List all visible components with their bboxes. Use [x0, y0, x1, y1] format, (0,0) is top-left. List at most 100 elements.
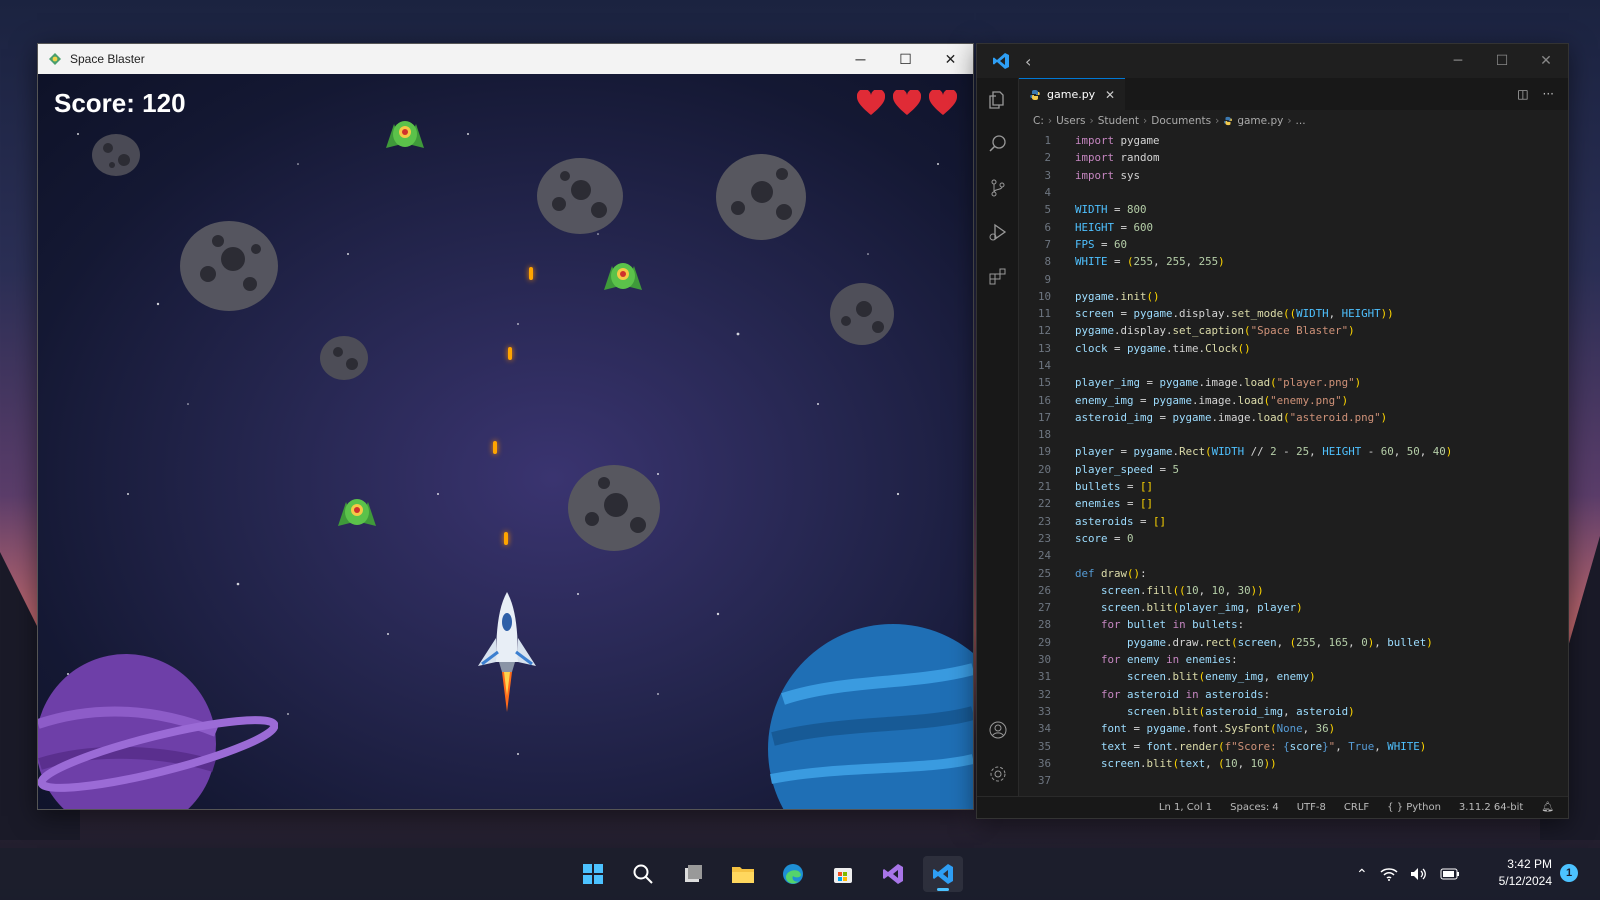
game-window-titlebar[interactable]: Space Blaster ─ ☐ ✕ — [38, 44, 973, 74]
code-text[interactable]: pygame.draw.rect(screen, (255, 165, 0), … — [1069, 636, 1433, 649]
code-text[interactable]: player_speed = 5 — [1069, 463, 1179, 476]
code-text[interactable]: bullets = [] — [1069, 480, 1153, 493]
code-line[interactable]: 12 pygame.display.set_caption("Space Blas… — [1019, 322, 1568, 339]
code-line[interactable]: 13 clock = pygame.time.Clock() — [1019, 340, 1568, 357]
code-line[interactable]: 20 player_speed = 5 — [1019, 461, 1568, 478]
maximize-button[interactable]: ☐ — [883, 44, 928, 74]
tab-game-py[interactable]: game.py ✕ — [1019, 78, 1125, 110]
code-line[interactable]: 10 pygame.init() — [1019, 288, 1568, 305]
code-line[interactable]: 34 font = pygame.font.SysFont(None, 36) — [1019, 720, 1568, 737]
minimize-button[interactable]: ─ — [838, 44, 883, 74]
code-text[interactable]: player = pygame.Rect(WIDTH // 2 - 25, HE… — [1069, 445, 1452, 458]
code-line[interactable]: 3 import sys — [1019, 167, 1568, 184]
code-text[interactable]: text = font.render(f"Score: {score}", Tr… — [1069, 740, 1426, 753]
code-line[interactable]: 28 for bullet in bullets: — [1019, 616, 1568, 633]
code-line[interactable]: 31 screen.blit(enemy_img, enemy) — [1019, 668, 1568, 685]
code-line[interactable]: 19 player = pygame.Rect(WIDTH // 2 - 25, … — [1019, 443, 1568, 460]
battery-icon[interactable] — [1440, 867, 1460, 881]
code-text[interactable]: for bullet in bullets: — [1069, 618, 1244, 631]
search-icon[interactable] — [977, 122, 1019, 166]
breadcrumb-item[interactable]: ... — [1296, 115, 1306, 127]
code-line[interactable]: 2 import random — [1019, 149, 1568, 166]
vscode-icon[interactable] — [923, 856, 963, 892]
code-text[interactable]: screen.blit(player_img, player) — [1069, 601, 1303, 614]
code-line[interactable]: 8 WHITE = (255, 255, 255) — [1019, 253, 1568, 270]
task-view-icon[interactable] — [673, 856, 713, 892]
code-line[interactable]: 16 enemy_img = pygame.image.load("enemy.p… — [1019, 391, 1568, 408]
breadcrumb-item[interactable]: Documents — [1151, 115, 1211, 127]
code-text[interactable]: import pygame — [1069, 134, 1160, 147]
code-text[interactable]: asteroids = [] — [1069, 515, 1166, 528]
code-text[interactable]: screen.blit(text, (10, 10)) — [1069, 757, 1277, 770]
explorer-icon[interactable] — [977, 78, 1019, 122]
tab-close-icon[interactable]: ✕ — [1105, 88, 1115, 102]
code-text[interactable]: import random — [1069, 151, 1160, 164]
python-interpreter[interactable]: 3.11.2 64-bit — [1459, 802, 1523, 813]
close-button[interactable]: ✕ — [928, 44, 973, 74]
code-line[interactable]: 14 — [1019, 357, 1568, 374]
code-text[interactable]: screen.blit(enemy_img, enemy) — [1069, 670, 1316, 683]
code-text[interactable]: for enemy in enemies: — [1069, 653, 1238, 666]
code-line[interactable]: 15 player_img = pygame.image.load("player… — [1019, 374, 1568, 391]
start-icon[interactable] — [573, 856, 613, 892]
code-line[interactable]: 23 asteroids = [] — [1019, 513, 1568, 530]
code-text[interactable]: for asteroid in asteroids: — [1069, 688, 1270, 701]
code-text[interactable]: asteroid_img = pygame.image.load("astero… — [1069, 411, 1387, 424]
code-line[interactable]: 24 — [1019, 547, 1568, 564]
edge-icon[interactable] — [773, 856, 813, 892]
breadcrumb-item[interactable]: Users — [1056, 115, 1085, 127]
code-line[interactable]: 32 for asteroid in asteroids: — [1019, 686, 1568, 703]
code-line[interactable]: 21 bullets = [] — [1019, 478, 1568, 495]
code-text[interactable]: score = 0 — [1069, 532, 1134, 545]
search-icon[interactable] — [623, 856, 663, 892]
more-actions-icon[interactable]: ··· — [1543, 87, 1554, 101]
code-line[interactable]: 35 text = font.render(f"Score: {score}",… — [1019, 737, 1568, 754]
code-text[interactable]: pygame.init() — [1069, 290, 1160, 303]
line-ending[interactable]: CRLF — [1344, 802, 1369, 813]
indentation-setting[interactable]: Spaces: 4 — [1230, 802, 1279, 813]
game-canvas[interactable]: Score: 120 — [38, 74, 973, 809]
breadcrumb-item[interactable]: game.py — [1237, 115, 1283, 127]
code-text[interactable]: WIDTH = 800 — [1069, 203, 1147, 216]
run-debug-icon[interactable] — [977, 210, 1019, 254]
code-text[interactable]: screen = pygame.display.set_mode((WIDTH,… — [1069, 307, 1394, 320]
maximize-button[interactable]: ☐ — [1480, 53, 1524, 69]
code-text[interactable]: pygame.display.set_caption("Space Blaste… — [1069, 324, 1355, 337]
code-line[interactable]: 30 for enemy in enemies: — [1019, 651, 1568, 668]
code-line[interactable]: 1 import pygame — [1019, 132, 1568, 149]
code-text[interactable]: FPS = 60 — [1069, 238, 1127, 251]
settings-gear-icon[interactable] — [977, 752, 1019, 796]
code-text[interactable]: screen.blit(asteroid_img, asteroid) — [1069, 705, 1355, 718]
volume-icon[interactable] — [1410, 867, 1428, 881]
breadcrumb-item[interactable]: Student — [1098, 115, 1139, 127]
close-button[interactable]: ✕ — [1524, 53, 1568, 69]
code-line[interactable]: 37 — [1019, 772, 1568, 789]
source-control-icon[interactable] — [977, 166, 1019, 210]
code-text[interactable]: enemy_img = pygame.image.load("enemy.png… — [1069, 394, 1348, 407]
code-line[interactable]: 9 — [1019, 270, 1568, 287]
chevron-up-icon[interactable]: ⌃ — [1356, 866, 1368, 883]
code-text[interactable]: player_img = pygame.image.load("player.p… — [1069, 376, 1361, 389]
code-text[interactable]: enemies = [] — [1069, 497, 1153, 510]
code-line[interactable]: 22 enemies = [] — [1019, 495, 1568, 512]
back-arrow-icon[interactable]: ‹ — [1025, 52, 1031, 71]
minimize-button[interactable]: ─ — [1436, 53, 1480, 69]
breadcrumb-item[interactable]: C: — [1033, 115, 1044, 127]
account-icon[interactable] — [977, 708, 1019, 752]
cursor-position[interactable]: Ln 1, Col 1 — [1159, 802, 1212, 813]
code-line[interactable]: 29 pygame.draw.rect(screen, (255, 165, 0… — [1019, 634, 1568, 651]
code-text[interactable]: screen.fill((10, 10, 30)) — [1069, 584, 1264, 597]
vscode-titlebar[interactable]: ‹ ─ ☐ ✕ — [977, 44, 1568, 78]
file-explorer-icon[interactable] — [723, 856, 763, 892]
code-text[interactable]: import sys — [1069, 169, 1140, 182]
code-text[interactable]: font = pygame.font.SysFont(None, 36) — [1069, 722, 1335, 735]
code-line[interactable]: 4 — [1019, 184, 1568, 201]
language-mode[interactable]: { } Python — [1387, 802, 1441, 813]
code-line[interactable]: 5 WIDTH = 800 — [1019, 201, 1568, 218]
encoding[interactable]: UTF-8 — [1297, 802, 1326, 813]
notifications-bell-icon[interactable]: 🔔︎ — [1541, 802, 1554, 813]
code-line[interactable]: 23 score = 0 — [1019, 530, 1568, 547]
notification-badge[interactable]: 1 — [1560, 864, 1578, 882]
code-line[interactable]: 33 screen.blit(asteroid_img, asteroid) — [1019, 703, 1568, 720]
code-line[interactable]: 25 def draw(): — [1019, 564, 1568, 581]
